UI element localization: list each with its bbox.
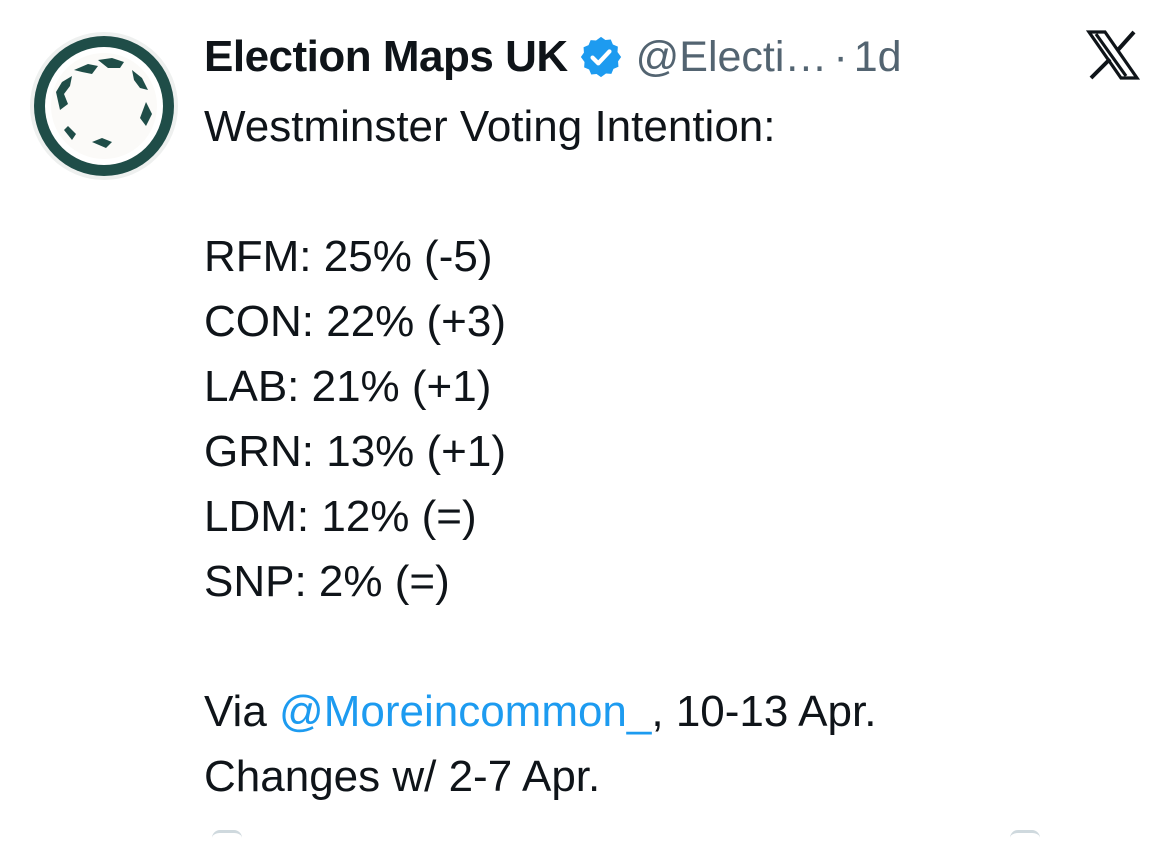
avatar[interactable] — [28, 30, 180, 182]
author-handle[interactable]: @Electi… — [636, 33, 828, 82]
reply-icon[interactable] — [212, 830, 242, 843]
display-name[interactable]: Election Maps UK — [204, 32, 568, 82]
tweet-timestamp[interactable]: 1d — [854, 33, 902, 82]
via-prefix: Via — [204, 687, 280, 736]
via-suffix: , 10-13 Apr. — [651, 687, 877, 736]
tweet[interactable]: Election Maps UK @Electi… · 1d Westminst… — [0, 0, 1170, 840]
tweet-header: Election Maps UK @Electi… · 1d — [204, 28, 902, 86]
changes-line: Changes w/ 2-7 Apr. — [204, 752, 601, 801]
poll-line-ldm: LDM: 12% (=) — [204, 492, 477, 541]
source-line: Via @Moreincommon_, 10-13 Apr. — [204, 679, 1144, 744]
tweet-heading: Westminster Voting Intention: — [204, 102, 776, 151]
poll-line-snp: SNP: 2% (=) — [204, 557, 450, 606]
poll-line-rfm: RFM: 25% (-5) — [204, 232, 493, 281]
source-mention-link[interactable]: @Moreincommon_ — [279, 687, 651, 736]
poll-line-grn: GRN: 13% (+1) — [204, 427, 506, 476]
election-maps-logo-icon — [30, 32, 178, 180]
verified-badge-icon — [578, 34, 624, 80]
poll-line-lab: LAB: 21% (+1) — [204, 362, 492, 411]
poll-line-con: CON: 22% (+3) — [204, 297, 506, 346]
tweet-text: Westminster Voting Intention: RFM: 25% (… — [204, 94, 1144, 809]
header-separator: · — [833, 32, 848, 81]
share-icon[interactable] — [1010, 830, 1040, 843]
x-logo-icon[interactable] — [1086, 30, 1140, 80]
